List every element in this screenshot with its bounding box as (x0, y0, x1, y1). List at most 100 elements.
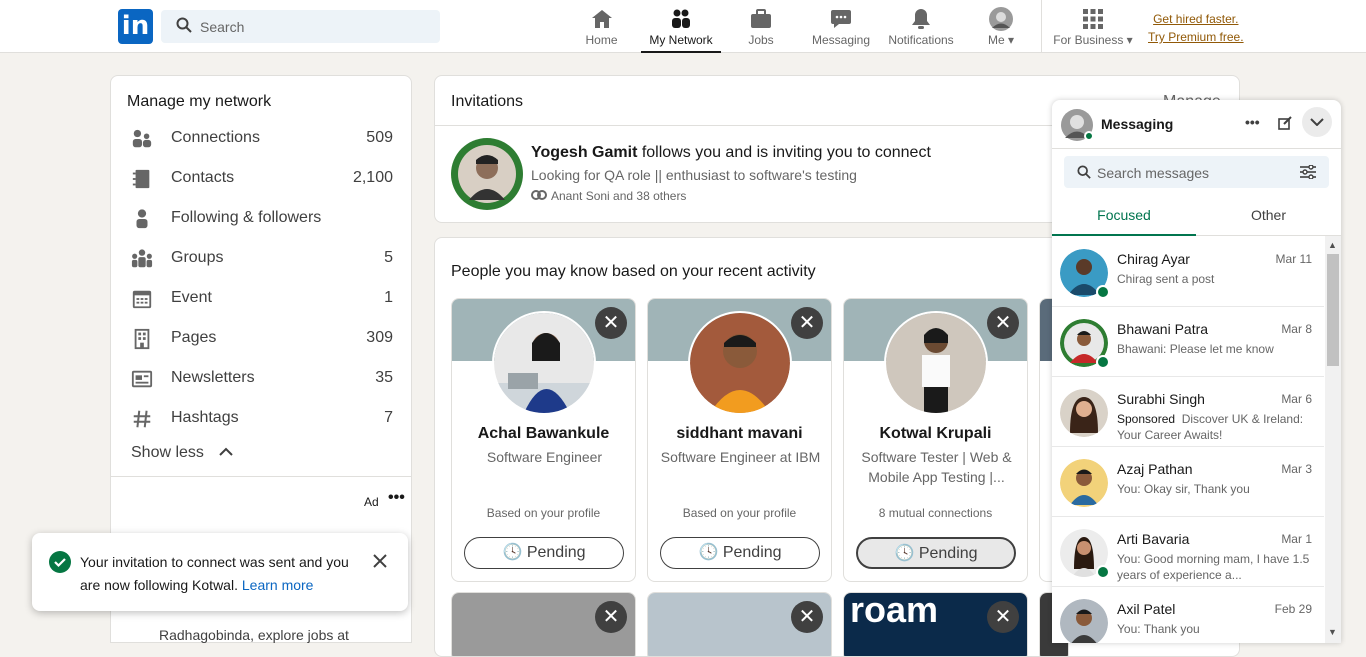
online-status (1096, 565, 1110, 579)
briefcase-icon (751, 9, 771, 28)
ad-more-button[interactable]: ••• (388, 489, 405, 507)
filter-icon[interactable] (1300, 165, 1316, 179)
panel-divider (1052, 148, 1341, 149)
sidebar-item-label: Pages (171, 329, 217, 346)
conversation-name: Chirag Ayar (1117, 251, 1190, 267)
pending-button[interactable]: 🕓 Pending (464, 537, 624, 569)
ad-label: Ad (364, 495, 379, 509)
invitation-text: Yogesh Gamit follows you and is inviting… (531, 144, 931, 161)
sidebar-item-pages[interactable]: Pages 309 (131, 326, 393, 350)
top-navigation-bar: in Search Home My Network Jobs Messaging… (0, 0, 1366, 53)
conversation-item[interactable]: Azaj Pathan Mar 3 You: Okay sir, Thank y… (1052, 447, 1324, 517)
groups-icon (131, 249, 153, 268)
person-headline: Software Tester | Web & Mobile App Testi… (861, 449, 1012, 485)
ad-text: Radhagobinda, explore jobs at (159, 627, 349, 643)
person-name[interactable]: siddhant mavani (648, 425, 831, 443)
online-status (1096, 285, 1110, 299)
conversation-item[interactable]: Bhawani Patra Mar 8 Bhawani: Please let … (1052, 307, 1324, 377)
show-less-button[interactable]: Show less (131, 444, 234, 462)
conversation-preview: Sponsored Discover UK & Ireland: Your Ca… (1117, 412, 1304, 442)
nav-my-network[interactable]: My Network (641, 0, 721, 53)
conversation-name: Surabhi Singh (1117, 391, 1205, 407)
person-name[interactable]: Kotwal Krupali (844, 425, 1027, 443)
search-messages-input[interactable]: Search messages (1097, 165, 1209, 181)
conversation-name: Azaj Pathan (1117, 461, 1193, 477)
show-less-label: Show less (131, 444, 204, 461)
conversation-item[interactable]: Chirag Ayar Mar 11 Chirag sent a post (1052, 237, 1324, 307)
conversation-name: Axil Patel (1117, 601, 1176, 617)
messaging-icon (831, 10, 851, 28)
nav-me-label: Me ▾ (987, 33, 1015, 47)
dismiss-button[interactable]: ✕ (791, 307, 823, 339)
search-messages-box[interactable]: Search messages (1064, 156, 1329, 188)
scrollbar[interactable]: ▲ ▼ (1325, 236, 1341, 643)
close-icon[interactable] (373, 554, 387, 568)
sidebar-item-hashtags[interactable]: Hashtags 7 (131, 406, 393, 430)
conversation-name: Arti Bavaria (1117, 531, 1190, 547)
nav-jobs-label: Jobs (748, 33, 774, 47)
dismiss-button[interactable]: ✕ (791, 601, 823, 633)
sidebar-item-contacts[interactable]: Contacts 2,100 (131, 166, 393, 190)
person-name[interactable]: Achal Bawankule (452, 425, 635, 443)
search-icon (176, 17, 192, 33)
nav-for-business[interactable]: For Business ▾ (1053, 0, 1133, 53)
profile-photo[interactable] (884, 311, 988, 415)
scrollbar-thumb[interactable] (1327, 254, 1339, 366)
suggestion-basis: Based on your profile (682, 506, 797, 520)
scroll-up-arrow[interactable]: ▲ (1328, 240, 1337, 250)
conversation-item[interactable]: Axil Patel Feb 29 You: Thank you (1052, 587, 1324, 643)
sidebar-item-connections[interactable]: Connections 509 (131, 126, 393, 150)
learn-more-link[interactable]: Learn more (242, 577, 314, 593)
dismiss-button[interactable]: ✕ (595, 307, 627, 339)
tab-other[interactable]: Other (1196, 202, 1341, 236)
pending-button[interactable]: 🕓 Pending (856, 537, 1016, 569)
person-card[interactable]: ✕ Kotwal Krupali Software Tester | Web &… (843, 298, 1028, 582)
inviter-name[interactable]: Yogesh Gamit (531, 144, 637, 161)
search-input[interactable]: Search (200, 19, 244, 35)
avatar (989, 7, 1013, 31)
sidebar-item-newsletters[interactable]: Newsletters 35 (131, 366, 393, 390)
person-card[interactable]: ✕ (647, 592, 832, 656)
avatar (1060, 459, 1108, 507)
conversation-date: Mar 8 (1281, 322, 1312, 336)
person-card[interactable]: ✕ (451, 592, 636, 656)
person-card[interactable]: ✕ Achal Bawankule Software Engineer Base… (451, 298, 636, 582)
dismiss-button[interactable]: ✕ (987, 601, 1019, 633)
person-card[interactable]: roam ✕ (843, 592, 1028, 656)
nav-notifications[interactable]: Notifications (885, 0, 957, 53)
premium-link[interactable]: Get hired faster. Try Premium free. (1148, 10, 1244, 46)
grid-icon (1083, 9, 1103, 29)
network-icon (672, 9, 690, 28)
linkedin-logo[interactable]: in (118, 9, 153, 44)
pending-button[interactable]: 🕓 Pending (660, 537, 820, 569)
more-options-icon[interactable]: ••• (1245, 114, 1260, 130)
invitation-avatar[interactable] (451, 138, 523, 210)
collapse-button[interactable] (1302, 107, 1332, 137)
sidebar-item-label: Newsletters (171, 369, 255, 386)
pymk-title: People you may know based on your recent… (451, 263, 816, 280)
sidebar-item-groups[interactable]: Groups 5 (131, 246, 393, 270)
nav-me[interactable]: Me ▾ (980, 0, 1022, 53)
search-box[interactable]: Search (161, 10, 440, 43)
dismiss-button[interactable]: ✕ (595, 601, 627, 633)
tab-focused[interactable]: Focused (1052, 202, 1196, 236)
profile-photo[interactable] (492, 311, 596, 415)
compose-icon[interactable] (1278, 116, 1292, 130)
invitations-title: Invitations (451, 93, 524, 110)
nav-home[interactable]: Home (581, 0, 622, 53)
dismiss-button[interactable]: ✕ (987, 307, 1019, 339)
sidebar-item-following[interactable]: Following & followers (131, 206, 393, 230)
sidebar-item-count: 509 (366, 129, 393, 146)
sidebar-item-event[interactable]: Event 1 (131, 286, 393, 310)
person-headline: Software Engineer at IBM (660, 449, 821, 465)
nav-jobs[interactable]: Jobs (743, 0, 779, 53)
conversation-item[interactable]: Arti Bavaria Mar 1 You: Good morning mam… (1052, 517, 1324, 587)
scroll-down-arrow[interactable]: ▼ (1328, 627, 1337, 637)
conversation-item[interactable]: Surabhi Singh Mar 6 Sponsored Discover U… (1052, 377, 1324, 447)
clock-icon: 🕓 (502, 544, 523, 561)
sidebar-item-count: 2,100 (352, 169, 393, 186)
person-card[interactable]: ✕ siddhant mavani Software Engineer at I… (647, 298, 832, 582)
profile-photo[interactable] (688, 311, 792, 415)
nav-messaging[interactable]: Messaging (810, 0, 872, 53)
messaging-title[interactable]: Messaging (1101, 116, 1173, 132)
